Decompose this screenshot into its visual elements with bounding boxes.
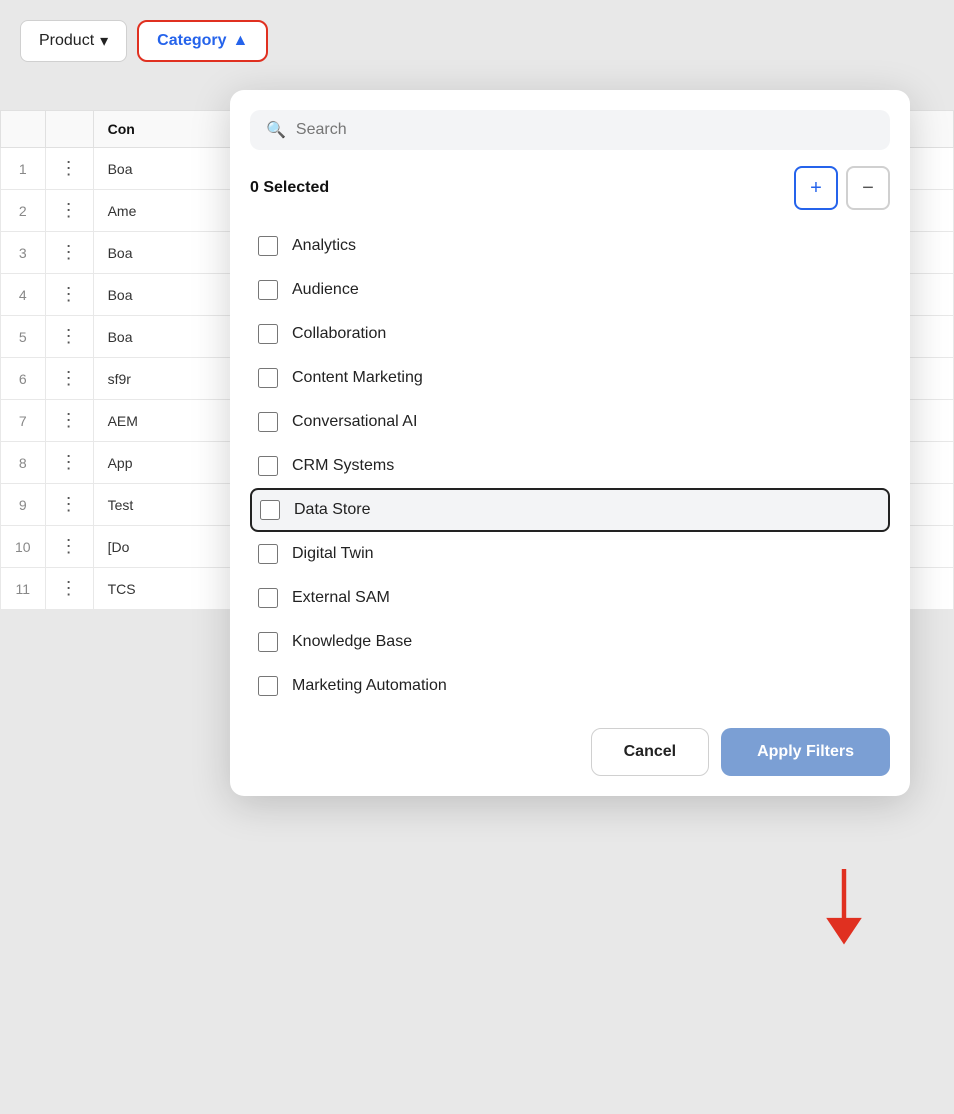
category-checkbox[interactable] xyxy=(258,544,278,564)
category-item[interactable]: Digital Twin xyxy=(250,532,890,576)
row-num: 10 xyxy=(1,526,46,568)
category-checkbox[interactable] xyxy=(258,676,278,696)
search-input[interactable] xyxy=(296,121,874,139)
category-item[interactable]: CRM Systems xyxy=(250,444,890,488)
category-label: Content Marketing xyxy=(292,369,423,387)
category-checkbox[interactable] xyxy=(258,456,278,476)
category-chevron: ▲ xyxy=(233,32,249,50)
category-label: External SAM xyxy=(292,589,390,607)
product-filter-button[interactable]: Product ▾ xyxy=(20,20,127,62)
category-dropdown: 🔍 0 Selected + − Analytics Audience Coll… xyxy=(230,90,910,796)
category-checkbox[interactable] xyxy=(258,280,278,300)
remove-button[interactable]: − xyxy=(846,166,890,210)
category-item[interactable]: Analytics xyxy=(250,224,890,268)
row-dots[interactable]: ⋮ xyxy=(45,358,93,400)
row-dots[interactable]: ⋮ xyxy=(45,274,93,316)
row-dots[interactable]: ⋮ xyxy=(45,400,93,442)
dropdown-footer: Cancel Apply Filters xyxy=(250,712,890,796)
product-chevron: ▾ xyxy=(100,31,108,51)
row-dots[interactable]: ⋮ xyxy=(45,442,93,484)
category-item[interactable]: Content Marketing xyxy=(250,356,890,400)
category-item[interactable]: Marketing Automation xyxy=(250,664,890,708)
row-num: 7 xyxy=(1,400,46,442)
category-label: CRM Systems xyxy=(292,457,394,475)
row-num: 6 xyxy=(1,358,46,400)
selected-count-label: 0 Selected xyxy=(250,179,329,197)
row-dots[interactable]: ⋮ xyxy=(45,232,93,274)
category-label: Category xyxy=(157,32,226,50)
category-checkbox[interactable] xyxy=(258,412,278,432)
col-num-header xyxy=(1,111,46,148)
category-label: Collaboration xyxy=(292,325,386,343)
row-num: 9 xyxy=(1,484,46,526)
product-label: Product xyxy=(39,32,94,50)
row-num: 4 xyxy=(1,274,46,316)
search-icon: 🔍 xyxy=(266,120,286,140)
arrow-annotation xyxy=(814,869,874,954)
filter-bar: Product ▾ Category ▲ xyxy=(20,20,268,62)
category-item[interactable]: Collaboration xyxy=(250,312,890,356)
category-item[interactable]: Knowledge Base xyxy=(250,620,890,664)
category-label: Analytics xyxy=(292,237,356,255)
category-checkbox[interactable] xyxy=(258,236,278,256)
category-label: Knowledge Base xyxy=(292,633,412,651)
selected-row: 0 Selected + − xyxy=(250,166,890,210)
category-checkbox[interactable] xyxy=(258,632,278,652)
category-item[interactable]: Conversational AI xyxy=(250,400,890,444)
category-item[interactable]: Data Store xyxy=(250,488,890,532)
row-dots[interactable]: ⋮ xyxy=(45,316,93,358)
row-dots[interactable]: ⋮ xyxy=(45,190,93,232)
category-filter-button[interactable]: Category ▲ xyxy=(137,20,268,62)
row-num: 11 xyxy=(1,568,46,610)
category-list: Analytics Audience Collaboration Content… xyxy=(250,224,890,708)
category-label: Conversational AI xyxy=(292,413,417,431)
row-dots[interactable]: ⋮ xyxy=(45,526,93,568)
col-dots-header xyxy=(45,111,93,148)
category-label: Digital Twin xyxy=(292,545,374,563)
row-num: 8 xyxy=(1,442,46,484)
category-checkbox[interactable] xyxy=(260,500,280,520)
row-dots[interactable]: ⋮ xyxy=(45,148,93,190)
row-num: 2 xyxy=(1,190,46,232)
category-label: Marketing Automation xyxy=(292,677,447,695)
row-num: 5 xyxy=(1,316,46,358)
category-label: Data Store xyxy=(294,501,370,519)
add-button[interactable]: + xyxy=(794,166,838,210)
minus-icon: − xyxy=(862,177,874,200)
category-item[interactable]: External SAM xyxy=(250,576,890,620)
category-checkbox[interactable] xyxy=(258,588,278,608)
cancel-button[interactable]: Cancel xyxy=(591,728,709,776)
add-remove-btn-group: + − xyxy=(794,166,890,210)
row-num: 3 xyxy=(1,232,46,274)
search-bar: 🔍 xyxy=(250,110,890,150)
category-label: Audience xyxy=(292,281,359,299)
category-item[interactable]: Audience xyxy=(250,268,890,312)
row-num: 1 xyxy=(1,148,46,190)
row-dots[interactable]: ⋮ xyxy=(45,484,93,526)
category-checkbox[interactable] xyxy=(258,368,278,388)
category-checkbox[interactable] xyxy=(258,324,278,344)
row-dots[interactable]: ⋮ xyxy=(45,568,93,610)
apply-filters-button[interactable]: Apply Filters xyxy=(721,728,890,776)
plus-icon: + xyxy=(810,177,822,200)
